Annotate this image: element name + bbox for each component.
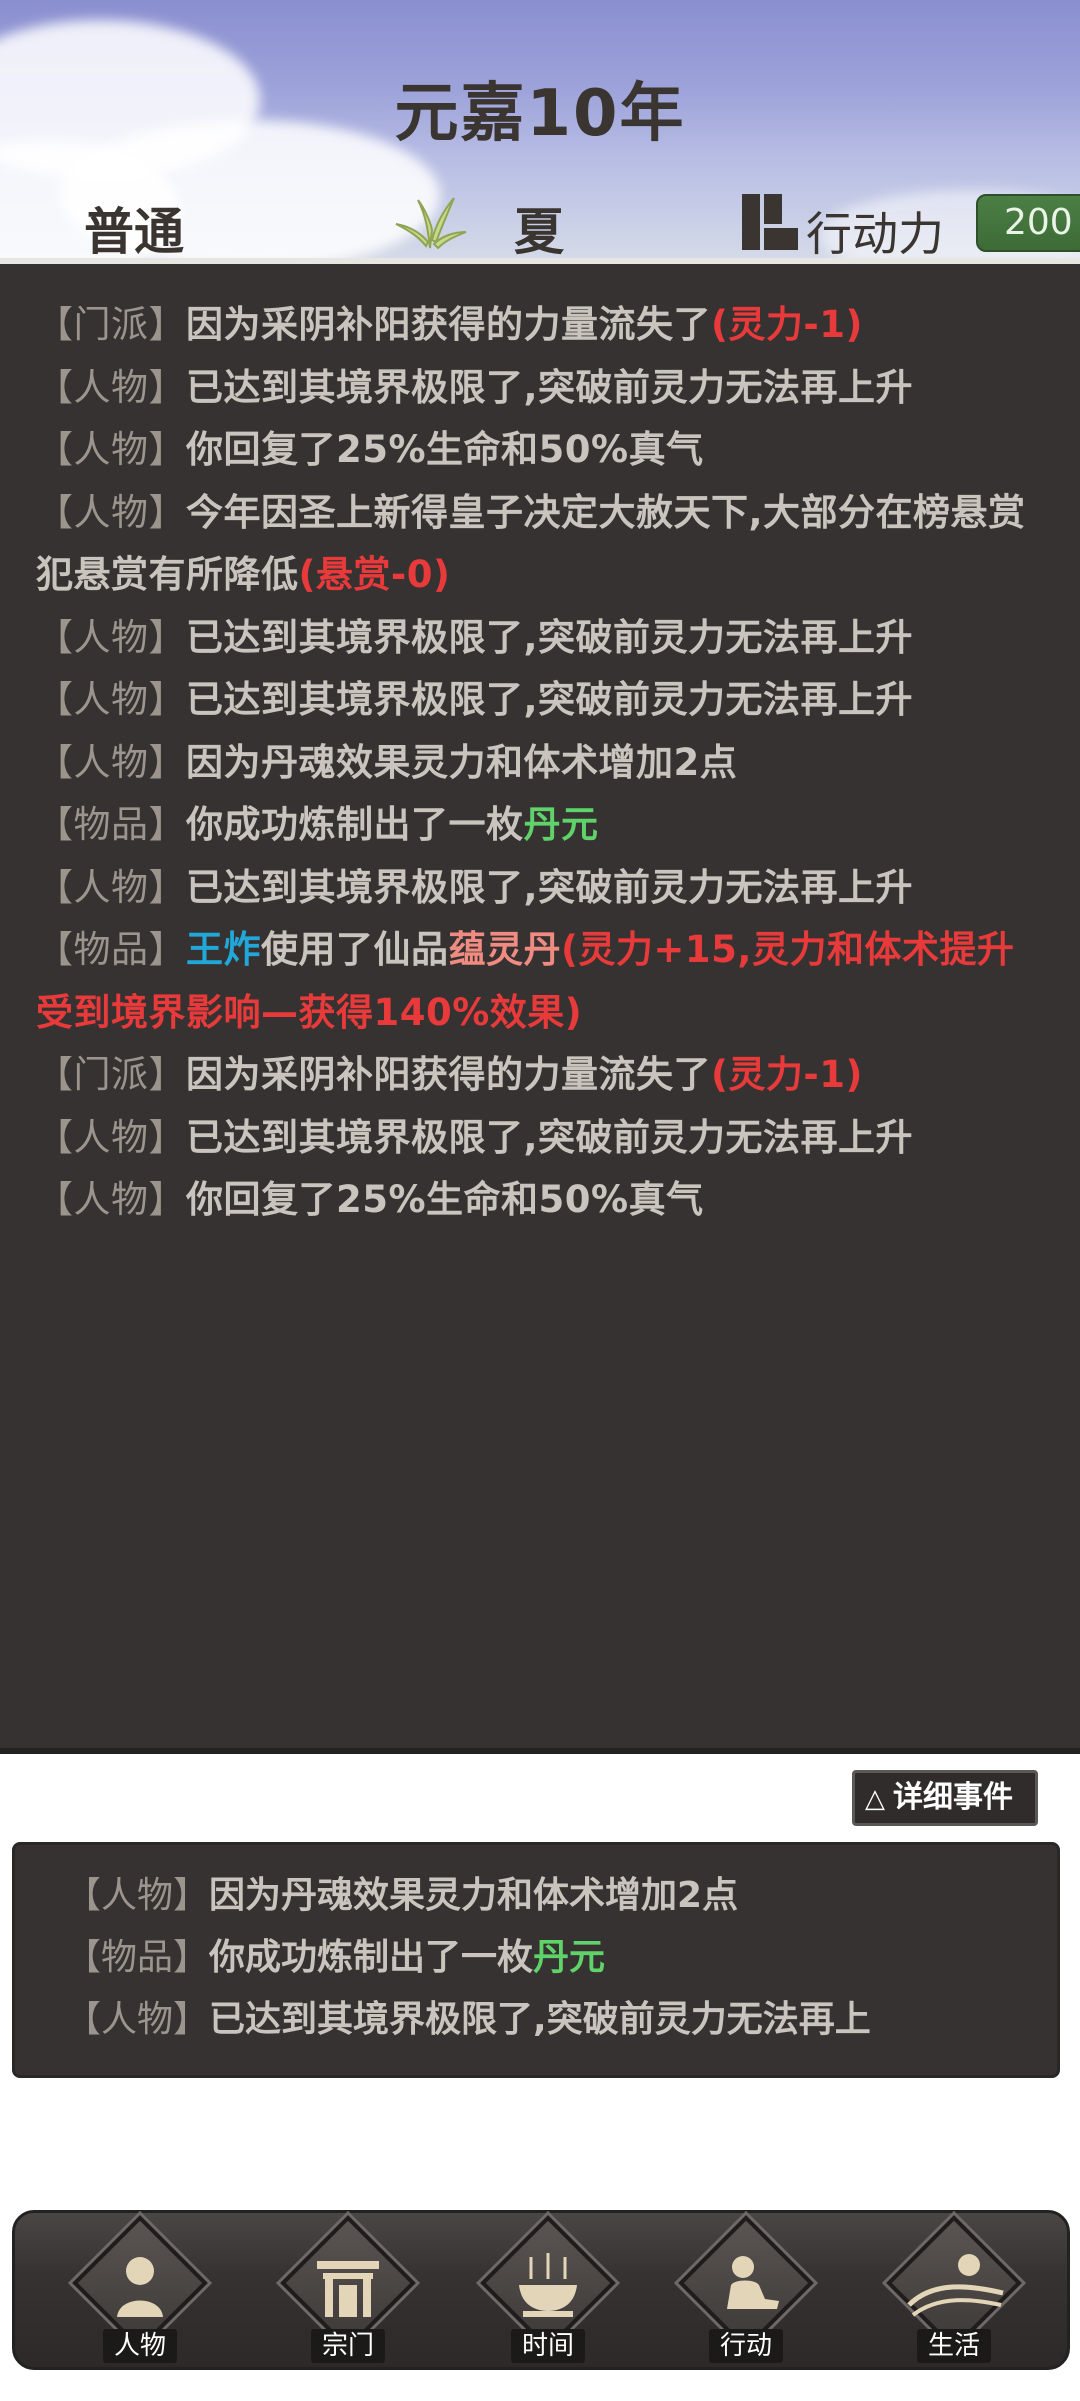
event-category-tag: 【人物】 bbox=[36, 1178, 186, 1221]
gate-icon bbox=[317, 2261, 379, 2317]
event-category-tag: 【人物】 bbox=[36, 740, 186, 784]
event-log-entry: 【物品】你成功炼制出了一枚丹元 bbox=[36, 794, 1046, 857]
event-highlight-text: 王炸 bbox=[186, 928, 261, 971]
event-log-entry: 【人物】今年因圣上新得皇子决定大赦天下,大部分在榜悬赏犯悬赏有所降低(悬赏-0) bbox=[36, 482, 1046, 607]
event-category-tag: 【物品】 bbox=[36, 803, 186, 846]
event-log-entry: 【人物】你回复了25%生命和50%真气 bbox=[36, 419, 1046, 482]
event-highlight-text: 蕴灵丹 bbox=[448, 928, 561, 971]
person-icon bbox=[117, 2257, 163, 2317]
nav-item-life[interactable]: 生活 bbox=[873, 2215, 1023, 2369]
event-highlight-text: 丹元 bbox=[533, 1937, 606, 1978]
action-points-value: 200 bbox=[976, 194, 1080, 252]
event-highlight-text: 丹元 bbox=[523, 803, 599, 846]
event-category-tag: 【物品】 bbox=[36, 928, 186, 971]
difficulty-mode: 普通 bbox=[84, 203, 184, 261]
nav-item-time[interactable]: 时间 bbox=[467, 2215, 617, 2369]
event-text: 已达到其境界极限了,突破前灵力无法再上升 bbox=[186, 678, 914, 721]
top-header: 元嘉10年 普通 夏 行动力 200 bbox=[0, 0, 1080, 262]
action-points-icon bbox=[742, 194, 798, 250]
event-highlight-text: (灵力-1) bbox=[711, 1053, 863, 1096]
event-category-tag: 【人物】 bbox=[65, 1875, 210, 1916]
event-summary-entry: 【人物】已达到其境界极限了,突破前灵力无法再上 bbox=[65, 1989, 1045, 2051]
event-log-entry: 【人物】因为丹魂效果灵力和体术增加2点 bbox=[36, 732, 1046, 795]
event-log-entry: 【人物】已达到其境界极限了,突破前灵力无法再上升 bbox=[36, 857, 1046, 920]
event-text: 你回复了25%生命和50%真气 bbox=[186, 428, 704, 471]
detail-events-label: 详细事件 bbox=[893, 1780, 1013, 1815]
event-log-entry: 【人物】已达到其境界极限了,突破前灵力无法再上升 bbox=[36, 357, 1046, 420]
event-log-list: 【门派】因为采阴补阳获得的力量流失了(灵力-1) 【人物】已达到其境界极限了,突破… bbox=[36, 294, 1046, 1232]
nav-label-life: 生活 bbox=[917, 2329, 991, 2363]
event-text: 你成功炼制出了一枚 bbox=[186, 803, 524, 846]
event-log-entry: 【人物】已达到其境界极限了,突破前灵力无法再上升 bbox=[36, 607, 1046, 670]
incense-burner-icon bbox=[519, 2253, 577, 2317]
nav-item-sect[interactable]: 宗门 bbox=[267, 2215, 417, 2369]
event-log-entry: 【物品】王炸使用了仙品蕴灵丹(灵力+15,灵力和体术提升受到境界影响—获得140… bbox=[36, 919, 1046, 1044]
event-text: 因为丹魂效果灵力和体术增加2点 bbox=[186, 740, 738, 784]
event-summary-entry: 【人物】因为丹魂效果灵力和体术增加2点 bbox=[65, 1865, 1045, 1927]
event-category-tag: 【物品】 bbox=[65, 1937, 210, 1978]
event-log-entry: 【人物】你回复了25%生命和50%真气 bbox=[36, 1169, 1046, 1232]
event-text: 你回复了25%生命和50%真气 bbox=[186, 1178, 704, 1221]
event-highlight-text: (灵力-1) bbox=[711, 303, 863, 346]
event-text: 已达到其境界极限了,突破前灵力无法再上升 bbox=[186, 1115, 914, 1159]
event-log-panel[interactable]: 【门派】因为采阴补阳获得的力量流失了(灵力-1) 【人物】已达到其境界极限了,突破… bbox=[0, 264, 1080, 1754]
event-category-tag: 【门派】 bbox=[36, 1053, 186, 1096]
event-text: 已达到其境界极限了,突破前灵力无法再上 bbox=[209, 1999, 871, 2040]
event-log-entry: 【门派】因为采阴补阳获得的力量流失了(灵力-1) bbox=[36, 1044, 1046, 1107]
nav-label-character: 人物 bbox=[103, 2329, 177, 2363]
nav-item-character[interactable]: 人物 bbox=[59, 2215, 209, 2369]
event-category-tag: 【人物】 bbox=[65, 1999, 210, 2040]
triangle-icon: △ bbox=[865, 1784, 885, 1814]
event-category-tag: 【人物】 bbox=[36, 865, 186, 909]
detail-events-button[interactable]: △ 详细事件 bbox=[852, 1770, 1038, 1826]
event-summary-list: 【人物】因为丹魂效果灵力和体术增加2点 【物品】你成功炼制出了一枚丹元 【人物】已达… bbox=[65, 1865, 1045, 2051]
landscape-sun-icon bbox=[907, 2254, 1004, 2317]
event-text: 已达到其境界极限了,突破前灵力无法再上升 bbox=[186, 865, 914, 909]
nav-item-action[interactable]: 行动 bbox=[665, 2215, 815, 2369]
event-log-entry: 【人物】已达到其境界极限了,突破前灵力无法再上升 bbox=[36, 669, 1046, 732]
nav-label-sect: 宗门 bbox=[311, 2329, 385, 2363]
event-log-entry: 【门派】因为采阴补阳获得的力量流失了(灵力-1) bbox=[36, 294, 1046, 357]
meditate-icon bbox=[727, 2256, 779, 2309]
action-points-label: 行动力 bbox=[806, 207, 944, 261]
event-category-tag: 【人物】 bbox=[36, 1115, 186, 1159]
event-text: 已达到其境界极限了,突破前灵力无法再上升 bbox=[186, 615, 914, 659]
bottom-nav: 人物 宗门 时间 行动 生活 bbox=[12, 2210, 1070, 2370]
event-text: 因为采阴补阳获得的力量流失了 bbox=[186, 1053, 711, 1096]
event-category-tag: 【人物】 bbox=[36, 678, 186, 721]
nav-label-time: 时间 bbox=[511, 2329, 585, 2363]
event-category-tag: 【人物】 bbox=[36, 428, 186, 471]
summer-plant-icon bbox=[395, 197, 467, 250]
event-text: 已达到其境界极限了,突破前灵力无法再上升 bbox=[186, 365, 914, 409]
event-text: 使用了仙品 bbox=[261, 928, 449, 971]
year-title: 元嘉10年 bbox=[394, 77, 686, 151]
event-category-tag: 【人物】 bbox=[36, 490, 186, 534]
event-text: 你成功炼制出了一枚 bbox=[209, 1937, 534, 1978]
nav-label-action: 行动 bbox=[709, 2329, 783, 2363]
season-label: 夏 bbox=[514, 203, 564, 261]
event-log-entry: 【人物】已达到其境界极限了,突破前灵力无法再上升 bbox=[36, 1107, 1046, 1170]
event-text: 因为丹魂效果灵力和体术增加2点 bbox=[209, 1875, 739, 1916]
event-summary-panel[interactable]: 【人物】因为丹魂效果灵力和体术增加2点 【物品】你成功炼制出了一枚丹元 【人物】已达… bbox=[12, 1842, 1060, 2078]
event-category-tag: 【门派】 bbox=[36, 303, 186, 346]
event-category-tag: 【人物】 bbox=[36, 365, 186, 409]
event-summary-entry: 【物品】你成功炼制出了一枚丹元 bbox=[65, 1927, 1045, 1989]
event-highlight-text: (悬赏-0) bbox=[298, 553, 451, 596]
event-text: 因为采阴补阳获得的力量流失了 bbox=[186, 303, 711, 346]
event-category-tag: 【人物】 bbox=[36, 615, 186, 659]
